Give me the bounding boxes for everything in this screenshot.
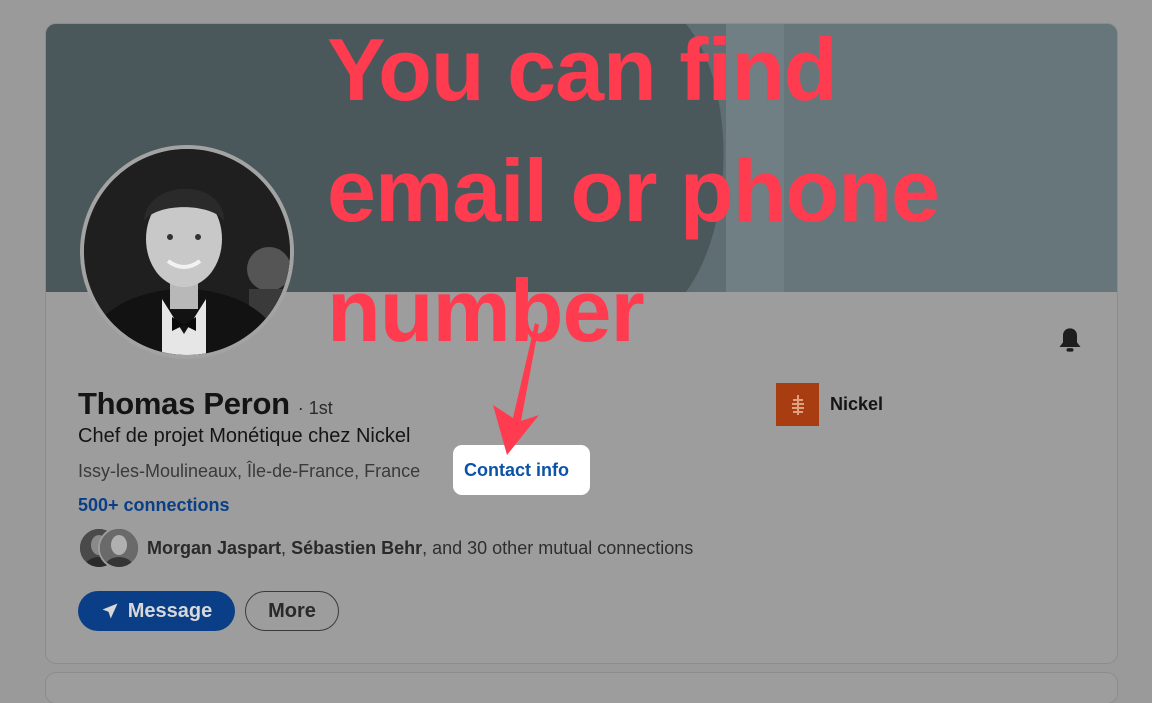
mutual-connections-text[interactable]: Morgan Jaspart, Sébastien Behr, and 30 o… — [147, 538, 693, 559]
contact-info-link[interactable]: Contact info — [464, 460, 569, 481]
mutual-connection-avatars[interactable] — [78, 527, 140, 569]
more-button-label: More — [268, 599, 316, 622]
profile-photo[interactable] — [80, 145, 294, 359]
current-company[interactable]: Nickel — [776, 383, 883, 426]
mutual-name-1: Morgan Jaspart — [147, 538, 282, 558]
name-row: Thomas Peron · 1st — [78, 386, 333, 422]
more-button[interactable]: More — [245, 591, 339, 631]
message-button[interactable]: Message — [78, 591, 235, 631]
mutual-avatar-2 — [98, 527, 140, 569]
send-icon — [102, 603, 118, 619]
nickel-logo-icon — [776, 383, 819, 426]
annotation-line-1: You can find — [327, 20, 837, 119]
annotation-arrow-icon — [493, 323, 539, 455]
profile-location: Issy-les-Moulineaux, Île-de-France, Fran… — [78, 461, 421, 481]
message-button-label: Message — [127, 599, 213, 622]
mutual-comma: , — [281, 538, 292, 558]
profile-headline: Chef de projet Monétique chez Nickel — [78, 425, 411, 447]
company-name: Nickel — [830, 394, 884, 414]
profile-name: Thomas Peron — [78, 386, 290, 421]
connections-link[interactable]: 500+ connections — [78, 495, 230, 516]
annotation-line-3: number — [327, 261, 645, 361]
connection-degree: · 1st — [297, 398, 333, 418]
annotation-line-2: email or phone — [327, 140, 940, 240]
mutual-name-2: Sébastien Behr — [291, 538, 423, 558]
next-section-card — [46, 673, 1117, 703]
annotation-text: You can find email or phone number — [327, 10, 940, 372]
mutual-rest: , and 30 other mutual connections — [422, 538, 694, 558]
bell-icon[interactable] — [1056, 326, 1084, 354]
